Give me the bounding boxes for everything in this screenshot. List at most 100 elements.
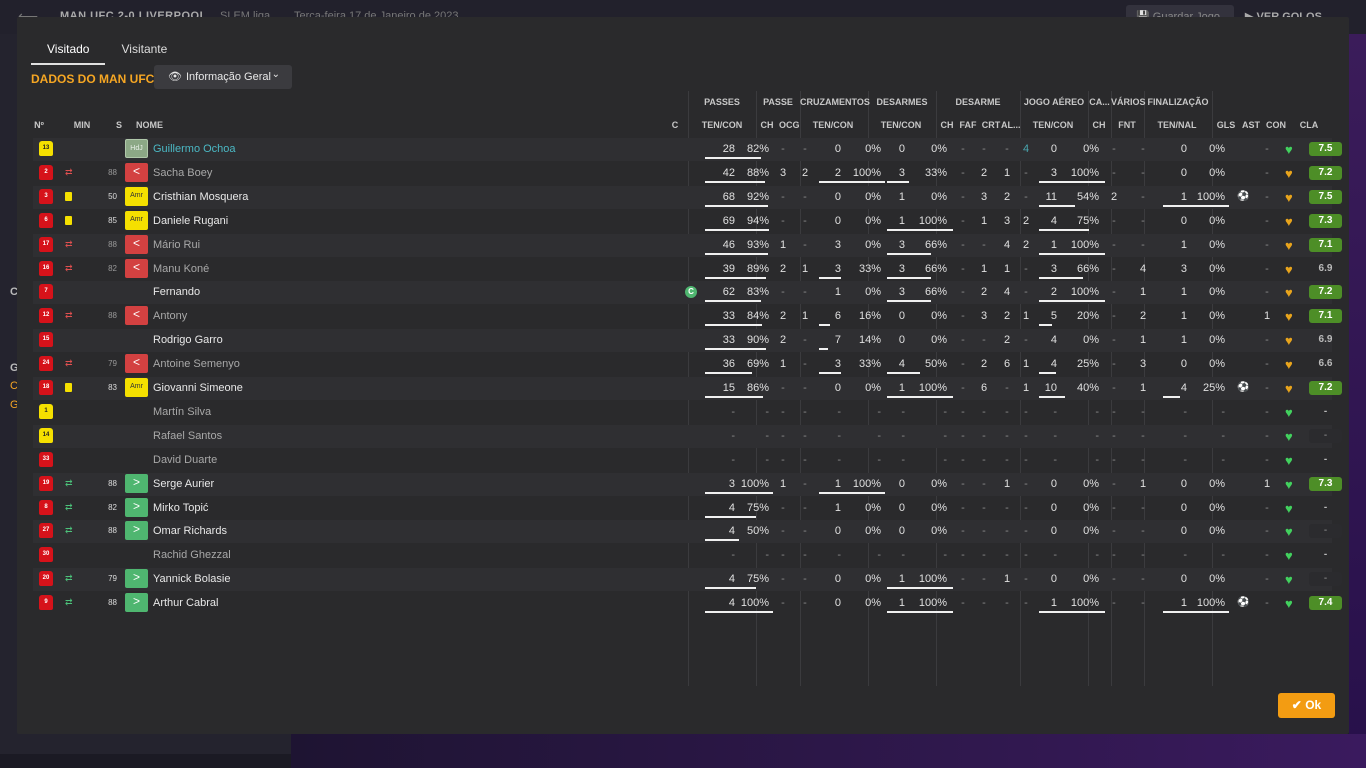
key-passes: 1 (779, 477, 787, 490)
crosses-completion: 0% (865, 573, 881, 586)
key-passes: 2 (779, 262, 787, 275)
table-row[interactable]: 2 ⇄ 88 < Sacha Boey 42 88% 3 2 2 100% 3 33% -2 1-3 100%… (33, 162, 1342, 185)
crosses-attempted: 1 (834, 477, 841, 490)
table-row[interactable]: 13 HdJ Guillermo Ochoa 28 82% - -0 0% 0 0% - - -4 0 0%… (33, 138, 1342, 161)
subbed-on-icon: > (125, 521, 148, 541)
table-row[interactable]: 8 ⇄ 82 > Mirko Topić 4 75% - -1 0% 0 0% - - - -0 0% - -0 0%… (33, 497, 1332, 520)
passes-attempted: 3 (728, 477, 735, 490)
chances-created: - (803, 477, 807, 490)
table-row[interactable]: 16 ⇄ 82 < Manu Koné 39 89% 2 1 3 33% 3 66% -1 1-3 66% -4… (33, 258, 1332, 281)
table-row[interactable]: 17 ⇄ 88 < Mário Rui 46 93% 1-3 0% 3 66% - -4 2 1 100% - -… (33, 233, 1342, 257)
tackles-key: - (961, 501, 965, 514)
player-name[interactable]: Sacha Boey (153, 167, 212, 179)
key-passes: - (781, 429, 785, 442)
crosses-attempted: 0 (834, 143, 841, 155)
chances-created: 1 (801, 310, 809, 323)
tackles-attempted: 1 (898, 190, 905, 203)
player-name[interactable]: Rachid Ghezzal (153, 549, 231, 561)
player-name[interactable]: David Duarte (153, 454, 217, 466)
fouls-against: - (1141, 597, 1145, 610)
fouls: 3 (980, 190, 988, 203)
crosses-completion: 0% (865, 214, 881, 227)
tackles-completion: 0% (931, 190, 947, 203)
table-row[interactable]: 33 David Duarte - - - - - - - - - - - - - - - - - - - ♥ - (33, 449, 1332, 472)
ok-button[interactable]: ✔ Ok (1278, 693, 1335, 718)
player-name[interactable]: Manu Koné (153, 263, 209, 275)
column-header: AL... (1001, 120, 1021, 130)
shots-on-target: 0% (1209, 286, 1225, 299)
table-row[interactable]: 14 Rafael Santos - - - - - - - - - - - - - - - - - - - ♥ - (33, 424, 1342, 448)
chances-created: - (803, 286, 807, 299)
headers-attempted: 0 (1050, 573, 1057, 586)
table-row[interactable]: 27 ⇄ 88 > Omar Richards 4 50% - -0 0% 0 0% - - - -0 0% - -… (33, 520, 1342, 544)
player-name[interactable]: Arthur Cabral (153, 597, 218, 609)
tackles-bar (887, 587, 953, 590)
table-row[interactable]: 30 Rachid Ghezzal - - - - - - - - - - - - - - - - - - - ♥ - (33, 544, 1332, 567)
key-passes: - (781, 143, 785, 155)
player-name[interactable]: Mirko Topić (153, 502, 208, 514)
table-row[interactable]: 6 85 Amr Daniele Rugani 69 94% - -0 0% 1 100% -1 3 2 4… (33, 210, 1342, 233)
player-name[interactable]: Yannick Bolasie (153, 573, 230, 585)
interceptions: 2 (1003, 334, 1011, 347)
key-headers: - (1112, 501, 1116, 514)
background-bottom-strip (291, 734, 1366, 768)
interceptions: - (1005, 382, 1009, 394)
fouls: 1 (980, 214, 988, 227)
player-name[interactable]: Guillermo Ochoa (153, 143, 236, 155)
fouls-against: - (1141, 190, 1145, 203)
headers-completion: 20% (1076, 310, 1099, 323)
tackles-key: - (961, 286, 965, 299)
headers-attempted: 10 (1044, 382, 1057, 394)
table-row[interactable]: 20 ⇄ 79 > Yannick Bolasie 4 75% - -0 0% 1 100% - -1-0… (33, 568, 1342, 592)
table-row[interactable]: 12 ⇄ 88 < Antony 33 84% 2 1 6 16% 0 0% -3 2 1 5 20% -2 1 0% 1… (33, 305, 1342, 328)
shots-bar (1163, 611, 1229, 614)
player-name[interactable]: Mário Rui (153, 239, 200, 251)
player-name[interactable]: Rodrigo Garro (153, 334, 223, 346)
player-name[interactable]: Martín Silva (153, 406, 211, 418)
subbed-off-icon: < (125, 234, 148, 254)
table-row[interactable]: 19 ⇄ 88 > Serge Aurier 3 100% 1-1 100% 0 0% - -1-0 0%… (33, 472, 1342, 496)
tackles-completion: 0% (931, 477, 947, 490)
shots: 0 (1180, 477, 1187, 490)
table-row[interactable]: 15 Rodrigo Garro 33 90% 2-7 14% 0 0% - -2-4 0% -1 1 0… (33, 329, 1332, 353)
tackles-key: - (961, 549, 965, 562)
player-name[interactable]: Daniele Rugani (153, 215, 228, 227)
tab-visitante[interactable]: Visitante (105, 39, 183, 65)
crosses-completion: - (877, 453, 881, 466)
clearances: 2 (1022, 214, 1030, 227)
tab-visitado[interactable]: Visitado (31, 39, 106, 65)
key-passes: - (781, 214, 785, 227)
table-row[interactable]: 9 ⇄ 88 > Arthur Cabral 4 100% - -0 0% 1 100% - - - -1 10… (33, 592, 1342, 615)
headers-completion: 40% (1076, 382, 1099, 394)
crosses-completion: 0% (865, 525, 881, 538)
player-name[interactable]: Cristhian Mosquera (153, 191, 248, 203)
player-rating: 7.3 (1309, 213, 1342, 228)
shots: - (1183, 405, 1187, 418)
player-name[interactable]: Giovanni Simeone (153, 382, 243, 394)
table-row[interactable]: 24 ⇄ 79 < Antoine Semenyo 36 69% 1-3 33% 4 50% -2 6 1… (33, 353, 1332, 376)
headers-completion: 0% (1083, 501, 1099, 514)
fouls: - (982, 429, 986, 442)
crosses-attempted: 1 (834, 501, 841, 514)
tackles-attempted: - (901, 453, 905, 466)
player-name[interactable]: Serge Aurier (153, 478, 214, 490)
table-row[interactable]: 1 Martín Silva - - - - - - - - - - - - - - - - - - - ♥ - (33, 401, 1332, 424)
table-row[interactable]: 3 50 Amr Cristhian Mosquera 68 92% - -0 0% 1 0% -3 2… (33, 185, 1342, 209)
player-name[interactable]: Omar Richards (153, 525, 227, 537)
crosses-attempted: 3 (834, 238, 841, 251)
key-passes: - (781, 501, 785, 514)
chances-created: - (803, 501, 807, 514)
tackles-attempted: 0 (898, 525, 905, 538)
table-row[interactable]: 18 83 Amr Giovanni Simeone 15 86% - -0 0% 1 100% -6… (33, 377, 1342, 400)
fouls: 2 (980, 286, 988, 299)
view-select-button[interactable]: 👁 Informação Geral ⌄ (154, 65, 292, 89)
tackles-key: - (961, 358, 965, 371)
player-name[interactable]: Antoine Semenyo (153, 358, 240, 370)
player-name[interactable]: Antony (153, 310, 187, 322)
column-header: TEN/CON (701, 120, 743, 130)
table-row[interactable]: 7 Fernando C 62 83% - -1 0% 3 66% -2 4-2 100% -1 1 0% - ♥… (33, 281, 1342, 305)
player-name[interactable]: Fernando (153, 286, 200, 298)
passes-completion: 90% (746, 334, 769, 347)
passes-completion: 100% (740, 597, 769, 610)
player-name[interactable]: Rafael Santos (153, 430, 222, 442)
